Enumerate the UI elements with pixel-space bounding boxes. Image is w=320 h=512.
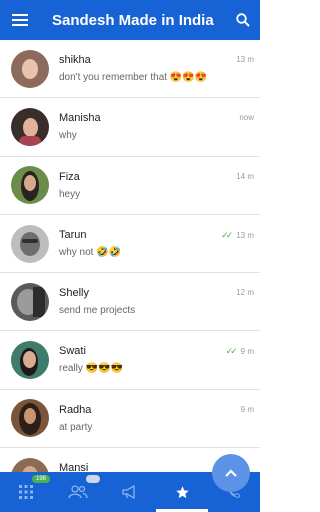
chat-name: Shelly: [59, 287, 89, 300]
tab-broadcast[interactable]: [104, 472, 156, 512]
scroll-up-button[interactable]: [212, 454, 250, 492]
chat-time: ✓✓ 13 m: [221, 230, 254, 241]
chat-name: Tarun: [59, 228, 87, 241]
tab-favorites[interactable]: [156, 472, 208, 512]
chat-name: Manisha: [59, 112, 101, 125]
app-bar: Sandesh Made in India: [0, 0, 260, 40]
chat-row-fiza[interactable]: Fiza heyy 14 m: [0, 157, 260, 215]
star-icon: [175, 485, 189, 498]
avatar: [11, 166, 49, 205]
avatar: [11, 341, 49, 380]
avatar: [11, 399, 49, 438]
chat-name: Fiza: [59, 170, 80, 183]
grid-icon: [19, 485, 33, 499]
avatar: [11, 224, 49, 263]
chat-message: send me projects: [59, 305, 136, 317]
chat-message: heyy: [59, 188, 81, 200]
double-check-icon: ✓✓: [225, 346, 238, 357]
chat-message: don't you remember that 😍😍😍: [59, 72, 208, 83]
double-check-icon: ✓✓: [221, 229, 233, 240]
chat-time: 9 m: [240, 404, 254, 414]
chat-row-radha[interactable]: Radha at party 9 m: [0, 390, 260, 449]
app-title: Sandesh Made in India: [52, 11, 214, 29]
tab-contacts[interactable]: [52, 472, 104, 512]
chat-time-text: 9 m: [240, 347, 254, 357]
chat-message: why: [59, 130, 77, 142]
chevron-up-icon: [225, 469, 237, 477]
hamburger-icon: [12, 14, 28, 26]
chat-row-manisha[interactable]: Manisha why now: [0, 98, 260, 157]
chat-time: 14 m: [236, 171, 254, 181]
unread-badge: 198: [32, 475, 51, 483]
avatar: [11, 282, 49, 321]
contacts-icon: [68, 485, 88, 499]
avatar: [11, 458, 49, 472]
megaphone-icon: [122, 485, 135, 499]
avatar: [11, 49, 49, 88]
chat-message: really 😎😎😎: [59, 363, 124, 375]
tab-grid[interactable]: 198: [0, 472, 52, 512]
chat-time: ✓✓ 9 m: [226, 346, 254, 357]
search-button[interactable]: [226, 0, 260, 40]
chat-name: Mansi: [59, 462, 89, 472]
search-icon: [236, 13, 250, 27]
chat-time: 13 m: [236, 55, 254, 64]
chat-name: shikha: [59, 54, 91, 66]
menu-button[interactable]: [0, 0, 40, 40]
chat-time: now: [239, 113, 254, 123]
chat-row-shikha[interactable]: shikha don't you remember that 😍😍😍 13 m: [0, 40, 260, 99]
contacts-badge: [86, 475, 100, 483]
chat-row-swati[interactable]: Swati really 😎😎😎 ✓✓ 9 m: [0, 331, 260, 390]
chat-list: shikha don't you remember that 😍😍😍 13 m …: [0, 40, 260, 472]
chat-time: 12 m: [236, 288, 254, 298]
chat-name: Radha: [59, 403, 92, 416]
chat-row-tarun[interactable]: Tarun why not 🤣🤣 ✓✓ 13 m: [0, 215, 260, 274]
chat-name: Swati: [59, 345, 86, 358]
chat-message: at party: [59, 421, 93, 433]
chat-time-text: 13 m: [236, 230, 254, 240]
avatar: [11, 107, 49, 146]
chat-message: why not 🤣🤣: [59, 246, 122, 258]
chat-row-shelly[interactable]: Shelly send me projects 12 m: [0, 273, 260, 332]
